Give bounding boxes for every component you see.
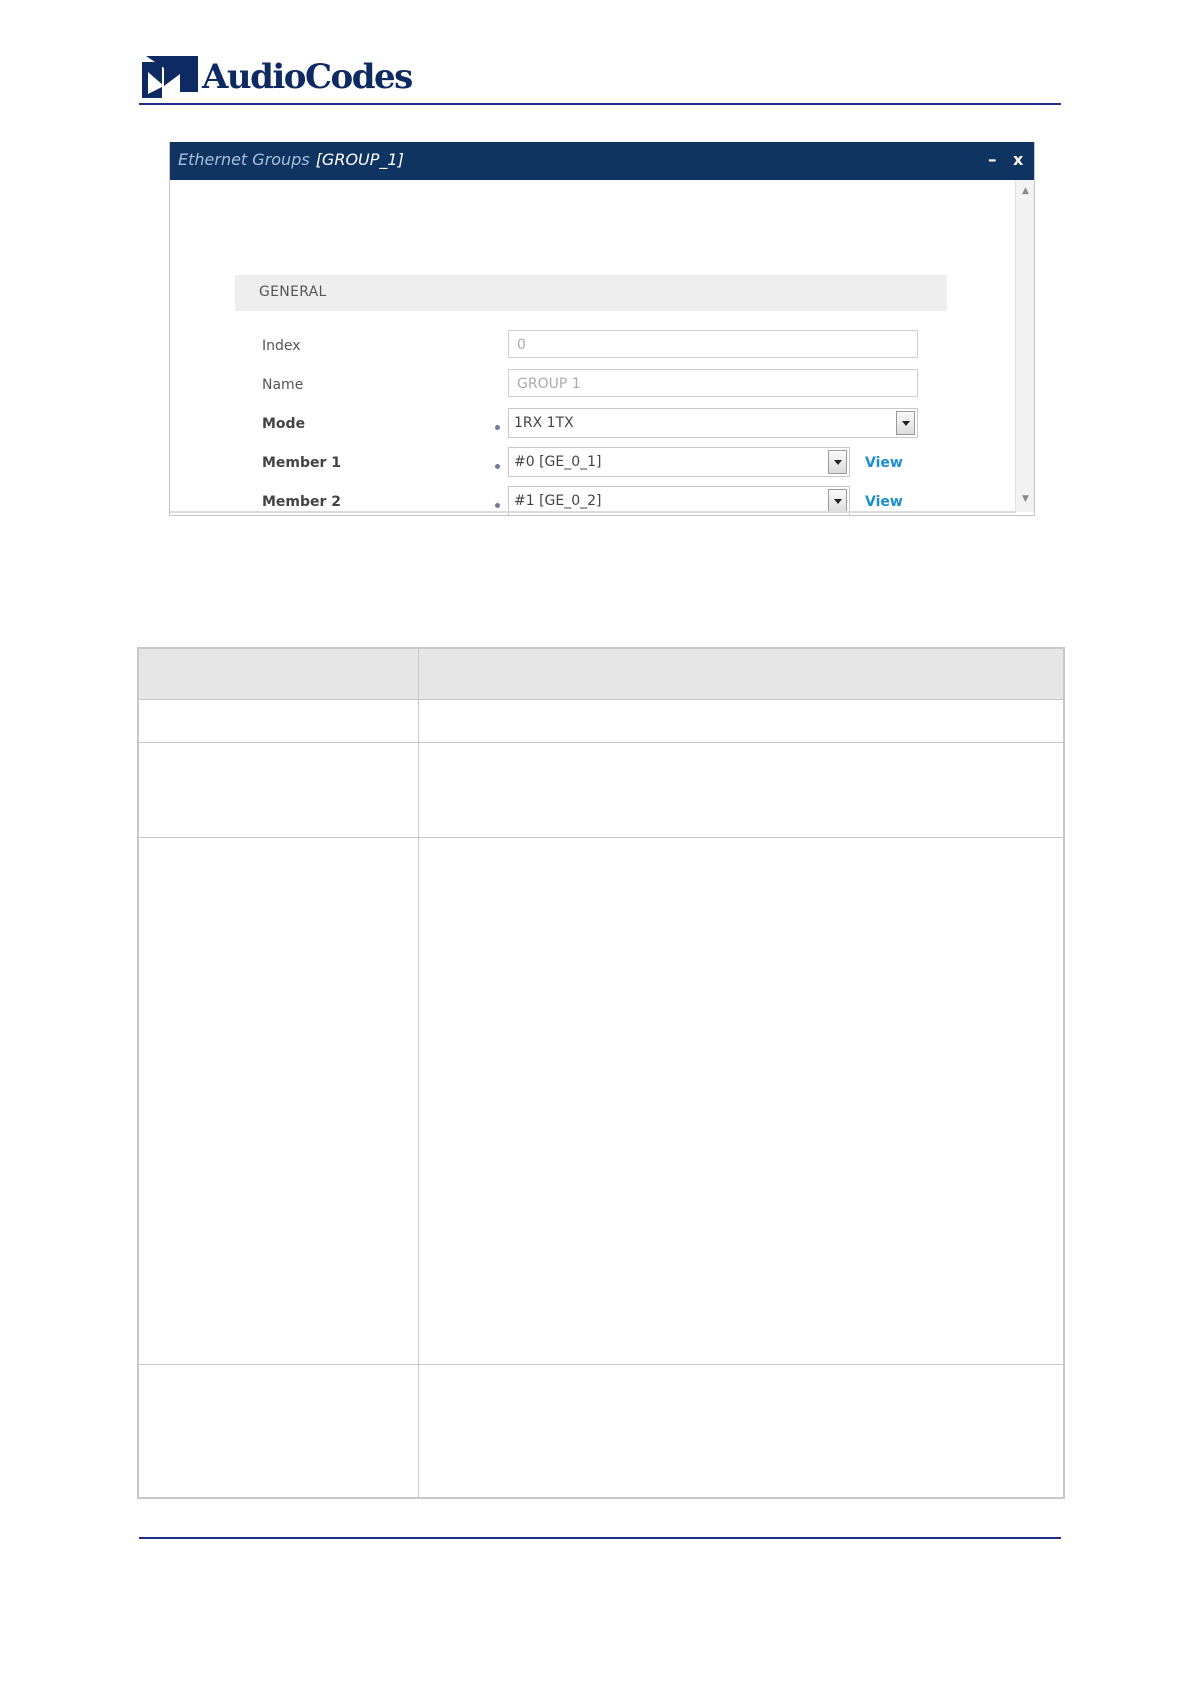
member2-value: #1 [GE_0_2] [514,493,602,509]
table-header-row [139,649,1063,700]
index-label: Index [262,338,301,354]
mode-label: Mode [262,416,306,432]
minimize-button[interactable]: – [988,150,997,170]
member2-label: Member 2 [262,494,342,510]
index-input[interactable]: 0 [508,330,918,358]
name-label: Name [262,377,304,393]
chevron-down-icon[interactable] [828,489,847,513]
section-title: GENERAL [259,284,327,300]
chevron-down-icon[interactable] [896,411,915,435]
required-indicator [495,425,500,430]
member1-select[interactable]: #0 [GE_0_1] [508,447,850,477]
scroll-down-icon[interactable]: ▼ [1022,494,1029,504]
dialog-title-bar: Ethernet Groups [GROUP_1] – x [170,142,1034,180]
ethernet-groups-dialog: Ethernet Groups [GROUP_1] – x GENERAL Ind… [169,142,1035,516]
dialog-title-text: Ethernet Groups [178,150,310,169]
mode-value: 1RX 1TX [514,415,574,431]
name-input[interactable]: GROUP 1 [508,369,918,397]
member1-label: Member 1 [262,455,342,471]
audiocodes-logo: AudioCodes [142,54,413,100]
table-row-divider [139,837,1063,838]
dialog-subtitle: [GROUP_1] [315,150,404,169]
header-rule [139,103,1061,105]
required-indicator [495,464,500,469]
required-indicator [495,503,500,508]
dialog-body: GENERAL Index 0 Name GROUP 1 Mode 1RX 1T… [170,180,1016,515]
member2-view-link[interactable]: View [865,494,903,510]
logo-text: AudioCodes [202,57,413,97]
general-section-header: GENERAL [235,275,947,311]
footer-rule [139,1537,1061,1539]
scroll-up-icon[interactable]: ▲ [1022,186,1029,196]
mode-select[interactable]: 1RX 1TX [508,408,918,438]
chevron-down-icon[interactable] [828,450,847,474]
close-button[interactable]: x [1013,150,1023,169]
table-row-divider [139,1364,1063,1365]
table-column-divider [418,649,419,1497]
logo-mark-icon [142,56,198,98]
scrollbar[interactable]: ▲ ▼ [1015,180,1034,512]
dialog-bottom-border [170,511,1016,513]
parameter-description-table [137,647,1065,1499]
table-row-divider [139,742,1063,743]
member1-value: #0 [GE_0_1] [514,454,602,470]
member1-view-link[interactable]: View [865,455,903,471]
dialog-title: Ethernet Groups [GROUP_1] [178,150,404,169]
